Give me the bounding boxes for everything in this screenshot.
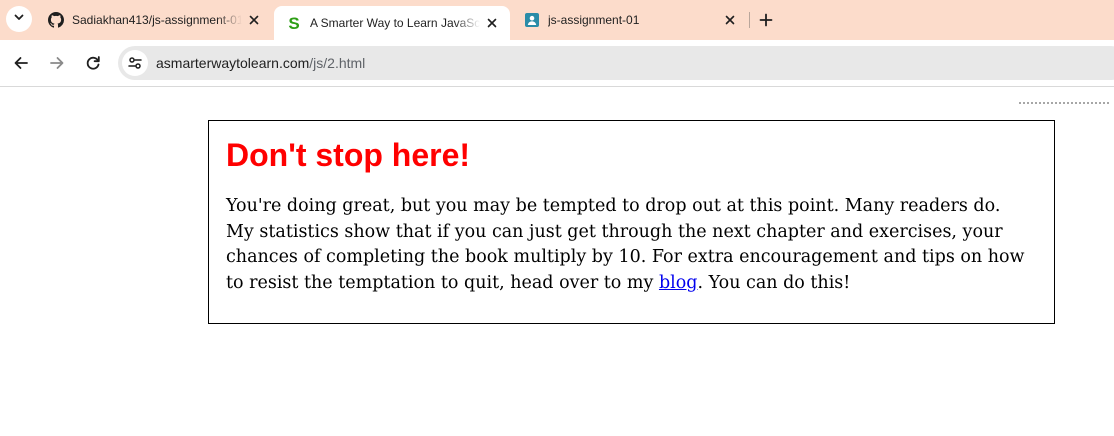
forward-button[interactable]	[44, 50, 70, 76]
tab-search-button[interactable]	[6, 6, 32, 32]
reload-button[interactable]	[80, 50, 106, 76]
dotted-divider	[1018, 102, 1110, 104]
blog-link[interactable]: blog	[659, 273, 698, 293]
address-bar[interactable]: asmarterwaytolearn.com/js/2.html	[118, 46, 1114, 80]
promo-paragraph: You're doing great, but you may be tempt…	[226, 194, 1026, 296]
plus-icon	[759, 13, 773, 27]
tab-github[interactable]: Sadiakhan413/js-assignment-01	[36, 6, 272, 34]
tab-smarter-way[interactable]: S A Smarter Way to Learn JavaScript	[274, 6, 510, 40]
tab-replit[interactable]: js-assignment-01	[512, 6, 748, 34]
close-icon[interactable]	[722, 12, 738, 28]
github-icon	[48, 12, 64, 28]
chevron-down-icon	[13, 10, 25, 28]
close-icon[interactable]	[246, 12, 262, 28]
tab-separator	[749, 12, 750, 28]
tab-strip: Sadiakhan413/js-assignment-01 S A Smarte…	[0, 0, 1114, 40]
tune-icon	[128, 57, 142, 69]
tab-title: js-assignment-01	[548, 13, 640, 27]
back-button[interactable]	[8, 50, 34, 76]
svg-text:S: S	[288, 15, 299, 31]
browser-toolbar: asmarterwaytolearn.com/js/2.html	[0, 40, 1114, 87]
promo-heading: Don't stop here!	[226, 137, 471, 173]
reload-icon	[86, 56, 100, 70]
url-domain: asmarterwaytolearn.com	[156, 55, 310, 71]
url-path: /js/2.html	[309, 55, 366, 71]
promo-text-after: . You can do this!	[697, 272, 851, 293]
s-logo-icon: S	[286, 15, 302, 31]
tab-title: Sadiakhan413/js-assignment-01	[72, 13, 242, 27]
arrow-left-icon	[14, 57, 28, 69]
promo-text-before: You're doing great, but you may be tempt…	[226, 196, 1025, 293]
arrow-right-icon	[50, 57, 64, 69]
new-tab-button[interactable]	[754, 8, 778, 32]
url-text[interactable]: asmarterwaytolearn.com/js/2.html	[156, 46, 365, 80]
replit-icon	[524, 12, 540, 28]
site-info-button[interactable]	[122, 50, 148, 76]
promo-box: Don't stop here! You're doing great, but…	[208, 120, 1055, 324]
tab-title: A Smarter Way to Learn JavaScript	[310, 16, 480, 30]
close-icon[interactable]	[484, 15, 500, 31]
